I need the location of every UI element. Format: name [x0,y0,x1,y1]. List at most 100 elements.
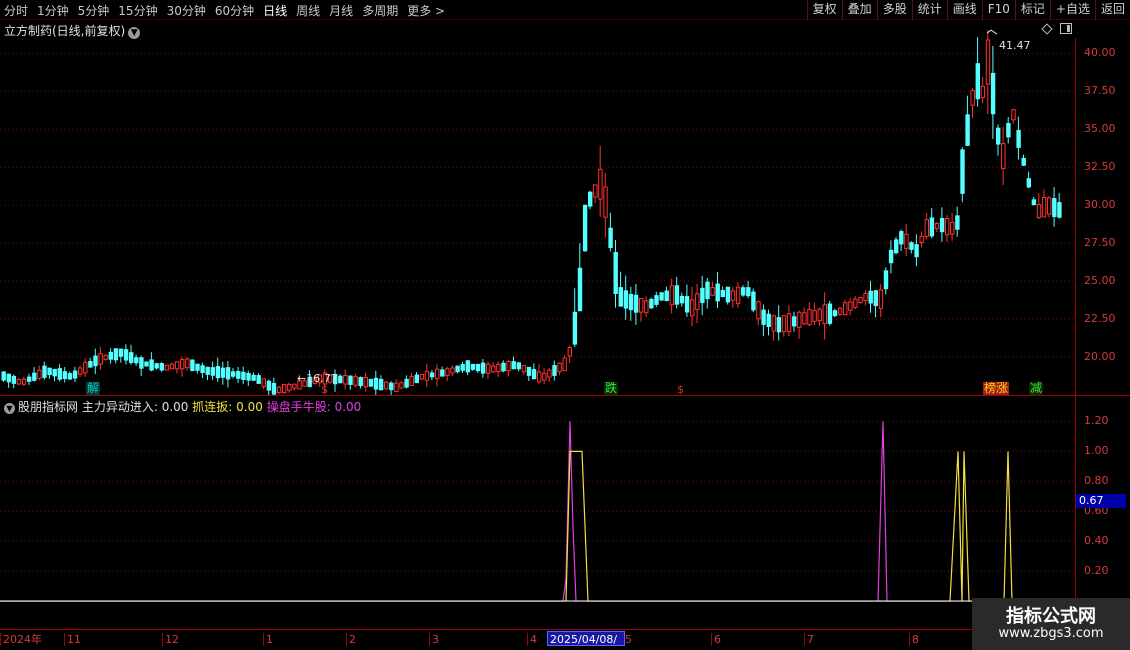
candle [797,310,802,339]
f10-button[interactable]: F10 [981,0,1015,20]
candle [62,367,68,383]
price-tick-0: 40.00 [1084,46,1116,60]
tab-15min[interactable]: 15分钟 [118,2,157,19]
price-tick-1: 37.50 [1084,84,1116,98]
statistics-button[interactable]: 统计 [911,0,947,20]
candle [251,372,256,381]
candle [409,372,414,387]
candle [506,359,511,377]
candle [113,348,119,364]
price-tick-4: 30.00 [1084,198,1116,212]
tab-fenshi[interactable]: 分时 [4,2,28,19]
candle [883,267,889,295]
candle [287,382,292,393]
candle [67,371,73,380]
indicator-axis: 1.20 1.00 0.80 0.60 0.40 0.20 [1075,396,1130,628]
candle [37,365,42,381]
candle [868,280,873,313]
time-axis[interactable]: 8765432112112024年 2025/04/08/二 [0,629,1130,650]
tab-30min[interactable]: 30分钟 [167,2,206,19]
candle [1001,127,1006,186]
candle [792,311,797,332]
candle [843,299,848,316]
ranking-rise-marker[interactable]: 榜涨 [983,382,1010,395]
candle [139,355,144,376]
watermark-url: www.zbgs3.com [998,626,1104,641]
candle [588,190,593,210]
candle [373,370,379,395]
time-label-9: 7 [804,633,814,646]
candle [593,184,598,204]
candle [108,348,113,364]
candle [945,215,950,243]
high-marker-icon [986,29,998,35]
candle [888,240,894,274]
candle [1,371,6,382]
candle [399,380,404,390]
indicator-tick-2: 0.80 [1084,474,1109,488]
tab-5min[interactable]: 5分钟 [78,2,110,19]
candle [751,288,756,313]
tab-60min[interactable]: 60分钟 [215,2,254,19]
candle [639,297,644,322]
candle [1052,187,1057,227]
back-button[interactable]: 返回 [1094,0,1130,20]
tab-multi-period[interactable]: 多周期 [362,2,398,19]
candle [394,379,399,393]
tab-more[interactable]: 更多 > [407,2,445,19]
draw-line-button[interactable]: 画线 [946,0,982,20]
candle [715,271,720,309]
restore-rights-button[interactable]: 复权 [806,0,842,20]
candle [965,95,970,146]
candle [934,222,940,233]
overlay-button[interactable]: 叠加 [841,0,877,20]
time-label-10: 8 [909,633,919,646]
drop-marker[interactable]: 跌 [604,382,619,395]
candle [741,285,746,297]
candle [909,241,914,254]
candle [159,362,165,372]
candle [511,356,516,370]
candle [149,352,154,372]
candle [939,207,945,242]
candle [837,306,843,316]
price-axis: 40.00 37.50 35.00 32.50 30.00 27.50 25.00 22.50… [1075,38,1130,396]
candle [174,361,180,374]
candle [1041,189,1047,218]
candle [21,376,27,387]
unlock-marker[interactable]: 解 [86,382,101,395]
tab-weekly[interactable]: 周线 [296,2,320,19]
candle [98,346,103,371]
candle [210,361,216,380]
candle [990,46,996,139]
candle [552,360,557,381]
candle [496,361,501,378]
candle [261,378,267,390]
candle [700,275,705,316]
mark-button[interactable]: 标记 [1014,0,1050,20]
add-watchlist-button[interactable]: +自选 [1049,0,1095,20]
candle [623,275,629,320]
tab-monthly[interactable]: 月线 [329,2,353,19]
candle [644,296,649,317]
candle [378,375,384,391]
candle [215,357,221,382]
reduce-marker[interactable]: 减 [1029,382,1044,395]
tab-1min[interactable]: 1分钟 [37,2,69,19]
candle [603,173,608,238]
tab-daily[interactable]: 日线 [263,2,287,19]
candle [57,364,62,382]
candle [368,378,374,387]
time-label-5: 3 [429,633,439,646]
price-chart[interactable] [0,20,1075,395]
candle [88,357,93,368]
indicator-chart[interactable] [0,396,1075,628]
multi-stock-button[interactable]: 多股 [876,0,912,20]
candle [276,385,282,395]
candle [537,363,542,384]
candle [914,234,919,267]
candle [205,366,210,380]
candle [613,240,618,308]
candle [985,30,991,115]
price-tick-5: 27.50 [1084,236,1116,250]
